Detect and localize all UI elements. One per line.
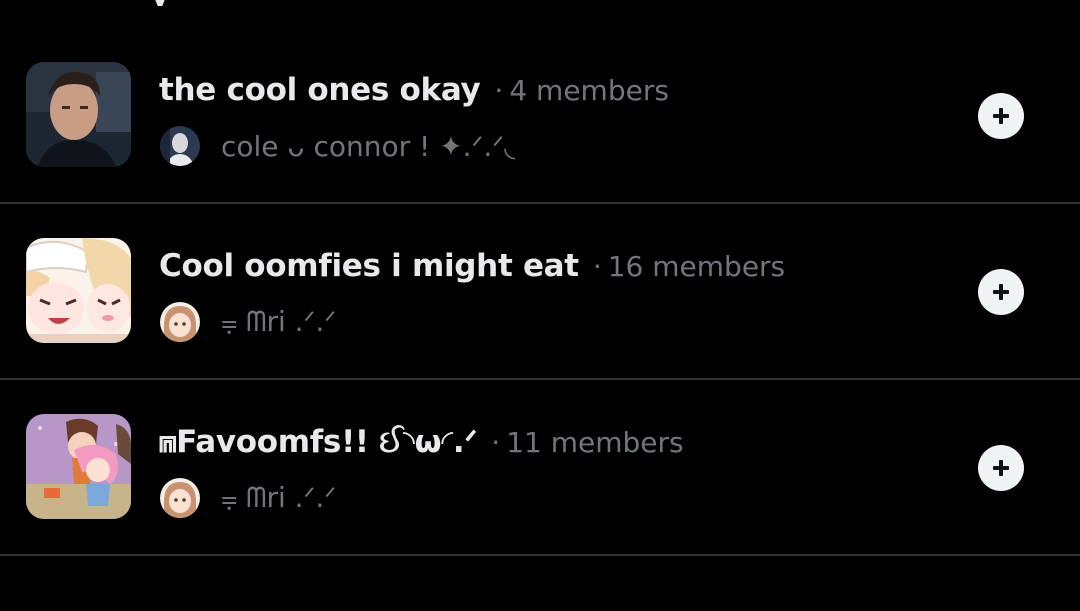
owner-name: cole ᴗ connor ! ✦.ᐟ.ᐟ◟ [221,129,515,163]
list-avatar [26,414,131,519]
owner-avatar [160,126,200,166]
list-title-line: Cool oomfies i might eat · 16 members [159,248,785,290]
follow-list-button[interactable] [978,93,1024,139]
separator-dot: · [592,250,602,283]
separator-dot: · [494,74,504,107]
owner-name: ⩦ ᗰri .ᐟ.ᐟ [221,481,337,514]
list-title-line: ⩎Favoomfs!! ઈ◝ω◜.ᐟ · 11 members [159,424,684,466]
member-count: 11 members [506,426,684,459]
list-item[interactable]: Cool oomfies i might eat · 16 members ⩦ … [0,204,1080,380]
plus-icon [993,284,1009,300]
owner-line[interactable]: ⩦ ᗰri .ᐟ.ᐟ [160,478,336,518]
list-item[interactable]: ⩎Favoomfs!! ઈ◝ω◜.ᐟ · 11 members ⩦ ᗰri .ᐟ… [0,380,1080,556]
owner-name: ⩦ ᗰri .ᐟ.ᐟ [221,305,337,338]
list-title[interactable]: the cool ones okay [159,72,481,108]
owner-avatar [160,302,200,342]
follow-list-button[interactable] [978,445,1024,491]
list-title-line: the cool ones okay · 4 members [159,72,669,114]
list-avatar [26,62,131,167]
plus-icon [993,108,1009,124]
owner-line[interactable]: ⩦ ᗰri .ᐟ.ᐟ [160,302,336,342]
list-title[interactable]: Cool oomfies i might eat [159,248,579,284]
owner-line[interactable]: cole ᴗ connor ! ✦.ᐟ.ᐟ◟ [160,126,515,166]
plus-icon [993,460,1009,476]
page-heading-fragment: y [150,0,190,6]
list-avatar [26,238,131,343]
list-item[interactable]: the cool ones okay · 4 members cole ᴗ co… [0,28,1080,204]
member-count: 4 members [509,74,669,107]
list-title[interactable]: ⩎Favoomfs!! ઈ◝ω◜.ᐟ [159,424,478,461]
separator-dot: · [491,426,501,459]
owner-avatar [160,478,200,518]
follow-list-button[interactable] [978,269,1024,315]
member-count: 16 members [607,250,786,283]
